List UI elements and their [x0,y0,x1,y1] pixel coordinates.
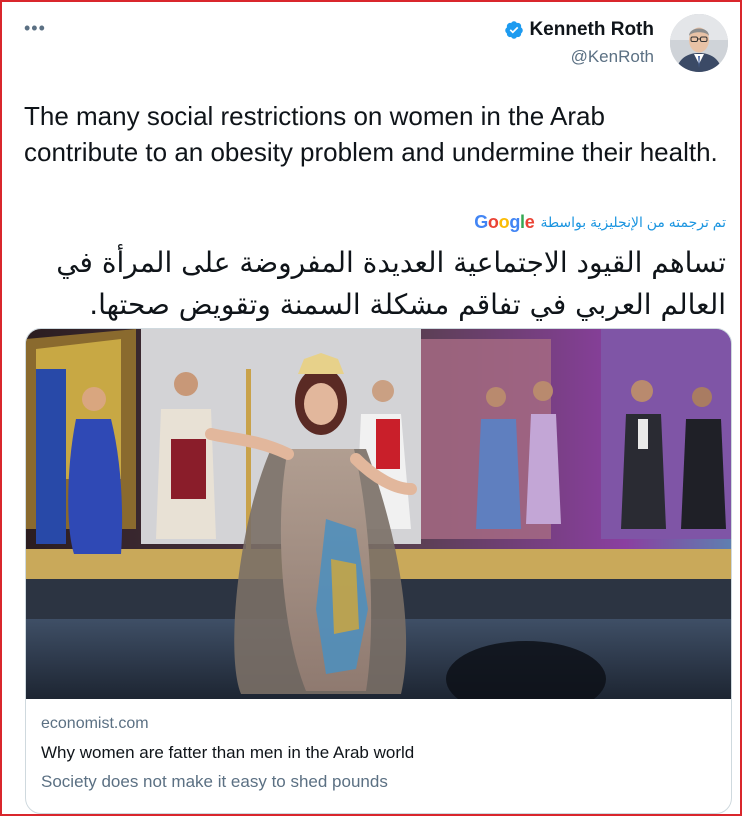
google-logo: Google [474,212,535,232]
author-handle[interactable]: @KenRoth [504,45,654,69]
translated-text: تساهم القيود الاجتماعية العديدة المفروضة… [56,246,726,321]
tweet-text: The many social restrictions on women in… [24,101,718,167]
avatar-image [670,14,728,72]
link-card[interactable]: economist.com Why women are fatter than … [25,328,732,814]
card-description: Society does not make it easy to shed po… [41,772,388,791]
author-name[interactable]: Kenneth Roth [529,18,654,42]
author-block[interactable]: Kenneth Roth @KenRoth [504,18,654,69]
translation-attribution[interactable]: تم ترجمته من الإنجليزية بواسطة Google [474,212,726,233]
card-title[interactable]: Why women are fatter than men in the Ara… [41,741,716,765]
author-name-row[interactable]: Kenneth Roth [504,18,654,42]
tweet-frame: ••• Kenneth Roth @KenRoth The many socia… [0,0,742,816]
avatar[interactable] [670,14,728,72]
verified-badge-icon [505,21,524,39]
translation-label: تم ترجمته من الإنجليزية بواسطة [540,214,726,230]
card-image[interactable] [26,329,731,699]
more-options-icon[interactable]: ••• [24,18,50,38]
card-domain[interactable]: economist.com [41,713,716,735]
